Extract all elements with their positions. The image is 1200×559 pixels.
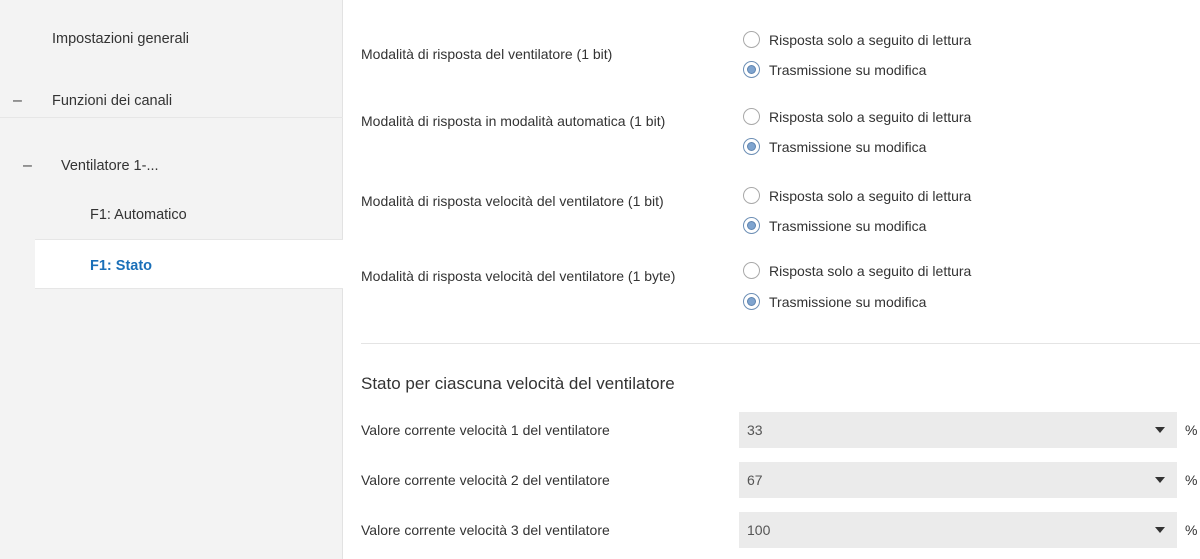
collapse-icon[interactable]: –: [13, 92, 22, 110]
speed-3-select[interactable]: 100: [739, 512, 1177, 548]
section-title: Stato per ciascuna velocità del ventilat…: [361, 374, 675, 393]
radio-transmit-on-change-2[interactable]: Trasmissione su modifica: [743, 138, 926, 155]
sidebar: Impostazioni generali – Funzioni dei can…: [0, 0, 343, 559]
param-label-automatic-mode-response: Modalità di risposta in modalità automat…: [361, 113, 666, 129]
radio-button-selected[interactable]: [743, 138, 760, 155]
unit-label: %: [1185, 472, 1198, 488]
speed-2-select[interactable]: 67: [739, 462, 1177, 498]
nav-item-label: F1: Stato: [90, 258, 153, 274]
divider: [361, 343, 1200, 344]
radio-read-only-1[interactable]: Risposta solo a seguito di lettura: [743, 31, 971, 48]
nav-item-f1-status[interactable]: F1: Stato: [35, 239, 343, 289]
radio-label: Risposta solo a seguito di lettura: [769, 108, 972, 125]
dropdown-arrow-icon[interactable]: [1155, 477, 1165, 483]
param-label-fan-response: Modalità di risposta del ventilatore (1 …: [361, 46, 613, 62]
radio-label: Trasmissione su modifica: [769, 293, 927, 310]
radio-label: Trasmissione su modifica: [769, 61, 927, 78]
select-value: 33: [747, 422, 763, 438]
radio-button[interactable]: [743, 31, 760, 48]
unit-label: %: [1185, 522, 1198, 538]
radio-button[interactable]: [743, 187, 760, 204]
radio-label: Risposta solo a seguito di lettura: [769, 262, 972, 279]
radio-read-only-2[interactable]: Risposta solo a seguito di lettura: [743, 108, 971, 125]
radio-button[interactable]: [743, 108, 760, 125]
radio-transmit-on-change-4[interactable]: Trasmissione su modifica: [743, 293, 926, 310]
param-label-speed-response-1byte: Modalità di risposta velocità del ventil…: [361, 268, 676, 284]
speed-1-select[interactable]: 33: [739, 412, 1177, 448]
radio-button-selected[interactable]: [743, 293, 760, 310]
select-value: 67: [747, 472, 763, 488]
radio-transmit-on-change-1[interactable]: Trasmissione su modifica: [743, 61, 926, 78]
nav-item-label: Impostazioni generali: [52, 31, 190, 47]
radio-label: Risposta solo a seguito di lettura: [769, 31, 972, 48]
radio-read-only-3[interactable]: Risposta solo a seguito di lettura: [743, 187, 971, 204]
radio-button-selected[interactable]: [743, 61, 760, 78]
speed-3-label: Valore corrente velocità 3 del ventilato…: [361, 522, 610, 538]
nav-item-f1-automatic[interactable]: F1: Automatico: [90, 207, 187, 223]
radio-read-only-4[interactable]: Risposta solo a seguito di lettura: [743, 262, 971, 279]
nav-item-label: Funzioni dei canali: [52, 93, 173, 109]
radio-label: Trasmissione su modifica: [769, 138, 927, 155]
radio-button[interactable]: [743, 262, 760, 279]
select-value: 100: [747, 522, 771, 538]
param-label-speed-response-1bit: Modalità di risposta velocità del ventil…: [361, 193, 664, 209]
unit-label: %: [1185, 422, 1198, 438]
dropdown-arrow-icon[interactable]: [1155, 427, 1165, 433]
speed-1-label: Valore corrente velocità 1 del ventilato…: [361, 422, 610, 438]
section-pointer-icon: [18, 118, 36, 128]
dropdown-arrow-icon[interactable]: [1155, 527, 1165, 533]
radio-label: Trasmissione su modifica: [769, 217, 927, 234]
nav-item-general-settings[interactable]: Impostazioni generali: [52, 31, 189, 47]
radio-transmit-on-change-3[interactable]: Trasmissione su modifica: [743, 217, 926, 234]
main-panel: Modalità di risposta del ventilatore (1 …: [343, 0, 1200, 559]
radio-label: Risposta solo a seguito di lettura: [769, 187, 972, 204]
divider: [0, 117, 343, 118]
nav-item-label: F1: Automatico: [90, 207, 187, 223]
radio-button-selected[interactable]: [743, 217, 760, 234]
speed-2-label: Valore corrente velocità 2 del ventilato…: [361, 472, 610, 488]
collapse-icon[interactable]: –: [23, 157, 32, 175]
nav-item-label: Ventilatore 1-...: [61, 158, 159, 174]
